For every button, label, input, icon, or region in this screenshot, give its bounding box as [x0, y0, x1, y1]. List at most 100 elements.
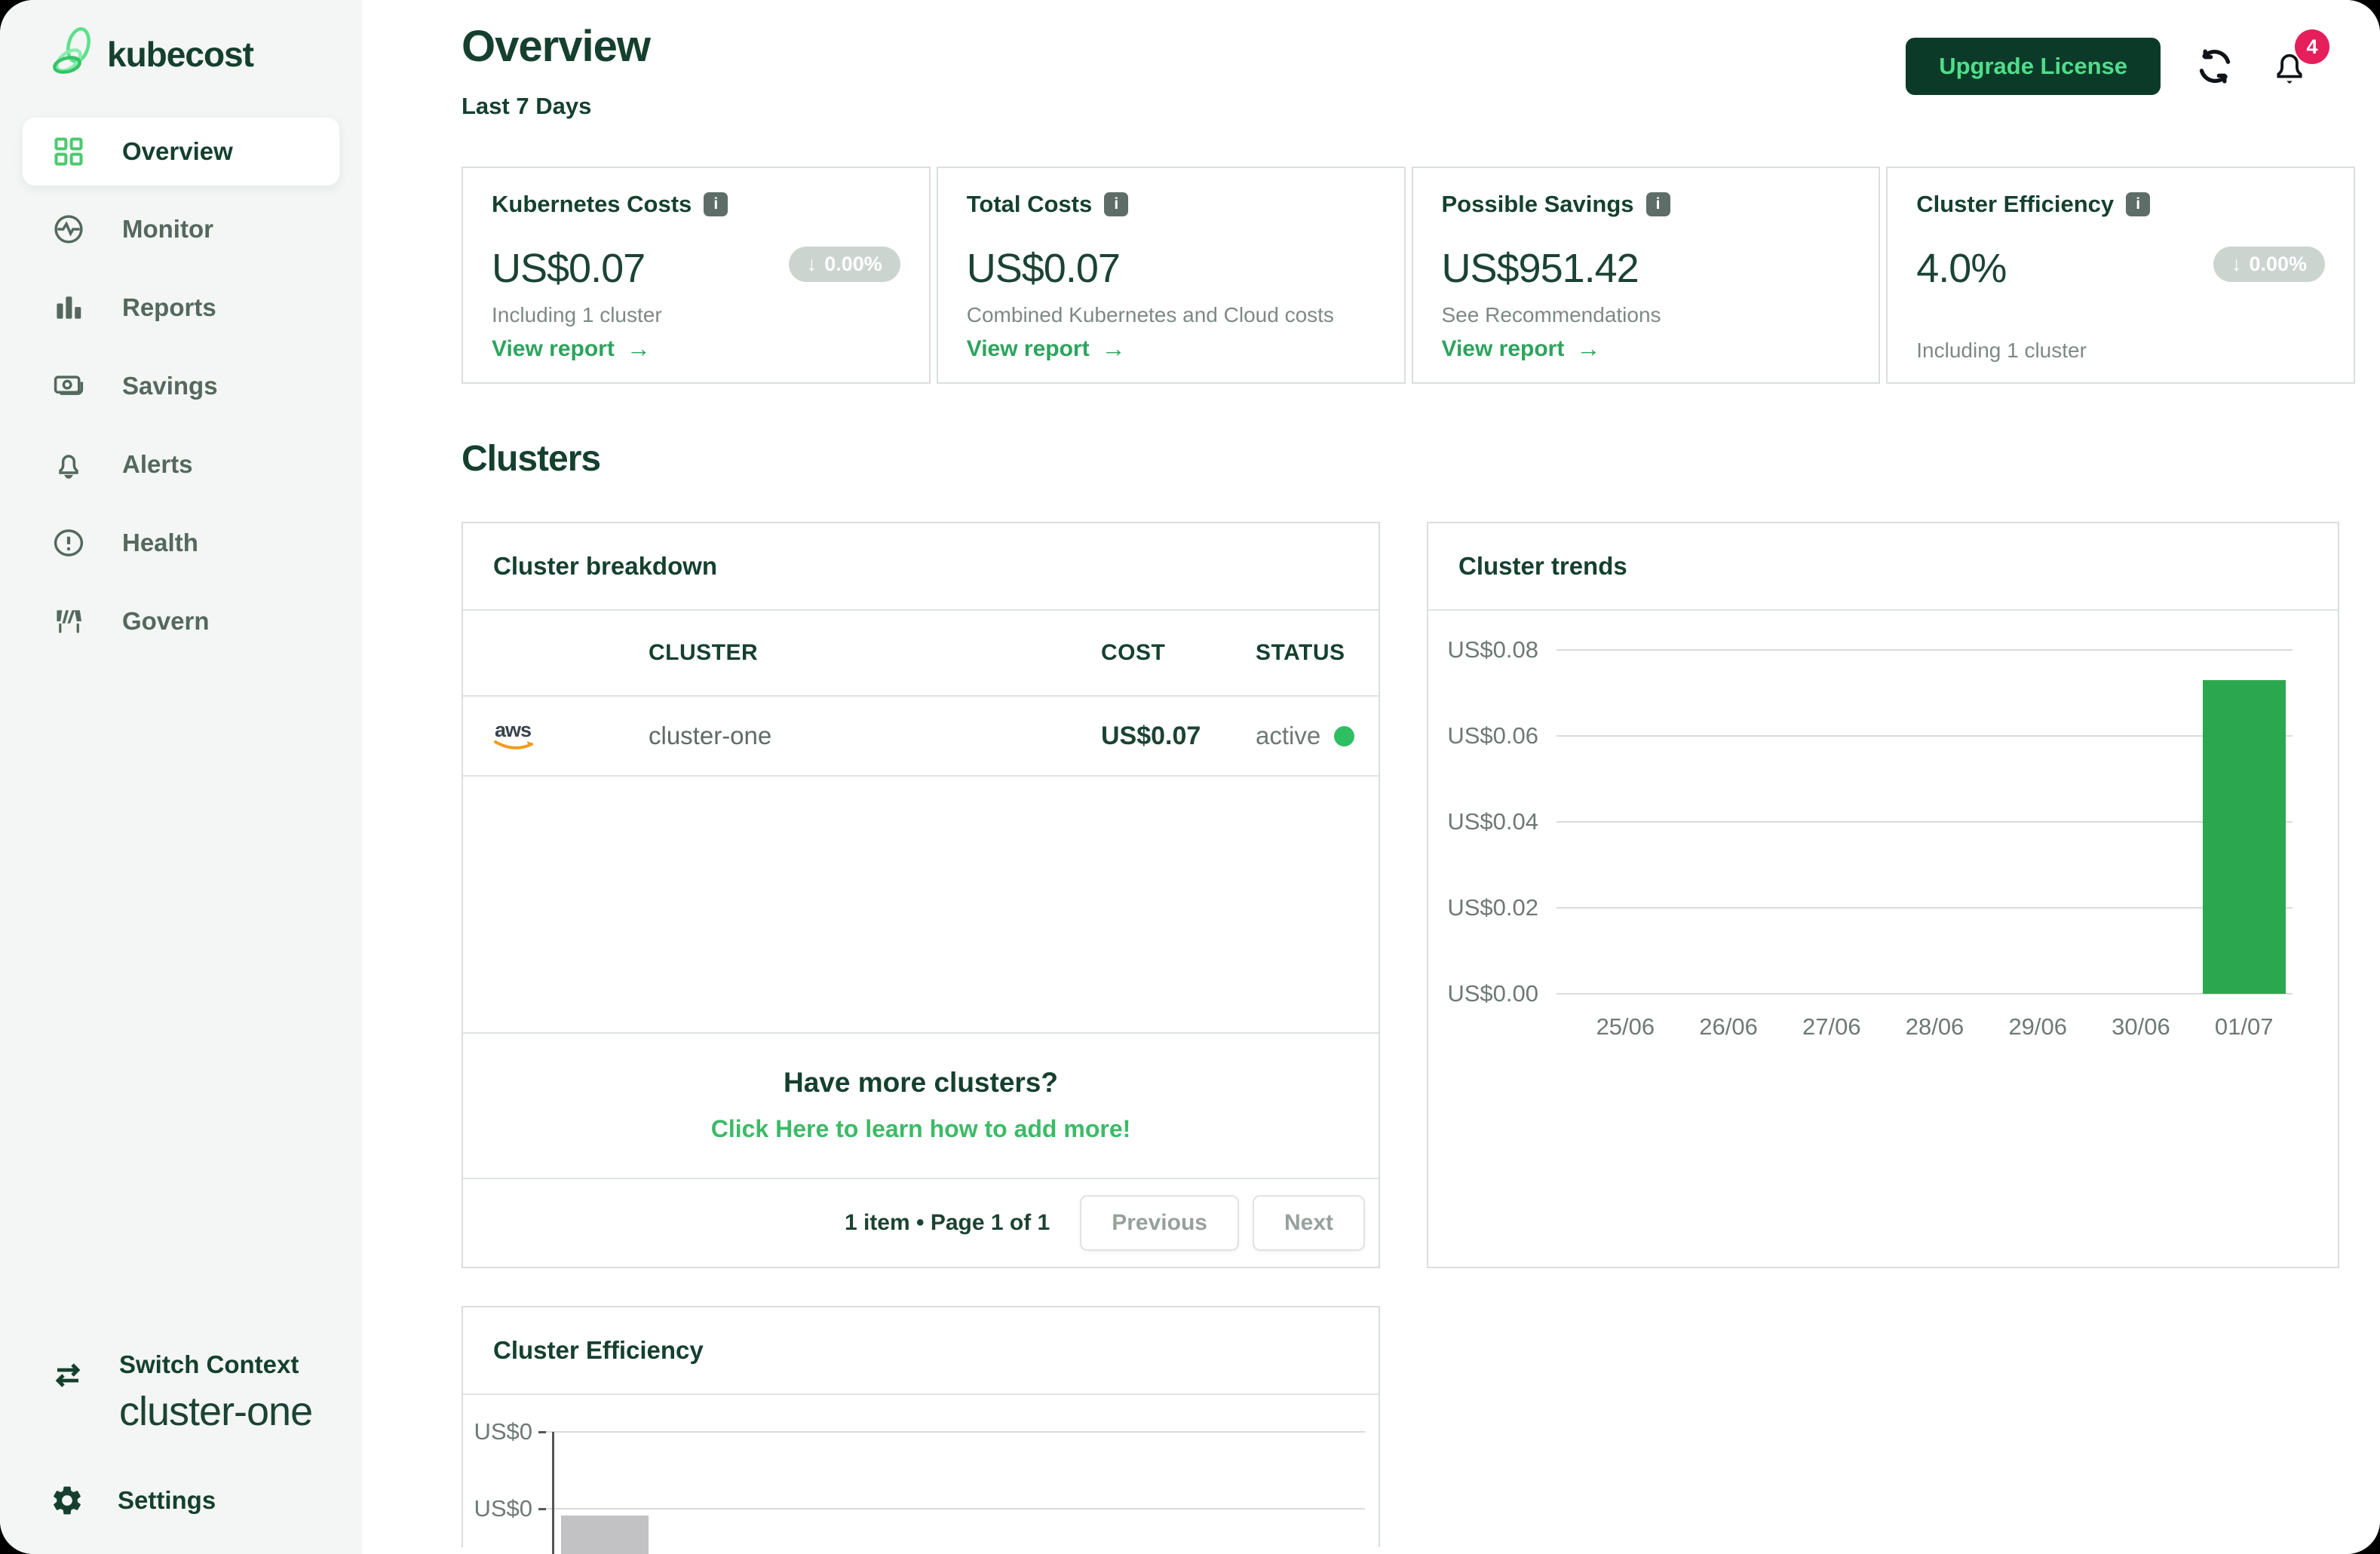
y-axis-line	[552, 1432, 554, 1554]
info-icon[interactable]: i	[1104, 192, 1128, 216]
svg-text:aws: aws	[495, 719, 531, 741]
govern-icon	[51, 604, 86, 639]
sidebar-item-label: Govern	[122, 607, 210, 636]
add-clusters-prompt: Have more clusters? Click Here to learn …	[463, 1032, 1379, 1178]
sidebar-item-monitor[interactable]: Monitor	[23, 190, 339, 268]
app-window: kubecost Overview Monitor	[0, 0, 2380, 1554]
info-icon[interactable]: i	[1646, 192, 1670, 216]
trend-badge: ↓0.00%	[2213, 247, 2325, 282]
view-report-link[interactable]: View report→	[492, 335, 900, 363]
previous-page-button[interactable]: Previous	[1080, 1195, 1239, 1251]
info-icon[interactable]: i	[704, 192, 728, 216]
panel-title: Cluster breakdown	[493, 552, 717, 580]
card-title: Cluster Efficiency	[1916, 191, 2114, 218]
info-icon[interactable]: i	[2126, 192, 2150, 216]
clusters-panels: Cluster breakdown CLUSTER COST STATUS aw…	[462, 522, 2355, 1268]
down-arrow-icon: ↓	[807, 253, 817, 276]
switch-context-button[interactable]: Switch Context cluster-one	[0, 1350, 362, 1435]
cluster-efficiency-panel: Cluster Efficiency US$0 US$0	[462, 1306, 1380, 1547]
settings-button[interactable]: Settings	[0, 1483, 362, 1518]
cluster-efficiency-chart: US$0 US$0	[463, 1395, 1379, 1554]
add-clusters-link[interactable]: Click Here to learn how to add more!	[463, 1115, 1379, 1143]
view-report-link[interactable]: View report→	[967, 335, 1376, 363]
cluster-efficiency-card: Cluster Efficiency i 4.0% ↓0.00% Includi…	[1886, 167, 2355, 384]
refresh-icon	[2194, 45, 2236, 87]
sidebar-item-alerts[interactable]: Alerts	[23, 425, 339, 504]
y-axis-tick: US$0.00	[1428, 980, 1557, 1007]
pagination-summary: 1 item • Page 1 of 1	[845, 1210, 1050, 1236]
kubecost-logo-icon	[48, 26, 97, 83]
x-axis-tick: 28/06	[1883, 1013, 1986, 1041]
x-axis-tick: 25/06	[1574, 1013, 1677, 1041]
panel-title: Cluster trends	[1458, 552, 1627, 580]
column-header-cost: COST	[1101, 640, 1256, 666]
y-axis-tick: US$0.06	[1428, 722, 1557, 749]
card-subtext: See Recommendations	[1442, 303, 1851, 327]
sidebar-item-label: Reports	[122, 293, 216, 322]
cluster-trends-chart: US$0.08 US$0.06 US$0.04 US$0.02 US$0.00	[1428, 642, 2338, 1215]
view-report-link[interactable]: View report→	[1442, 335, 1851, 363]
sidebar-item-savings[interactable]: Savings	[23, 347, 339, 425]
efficiency-bar[interactable]	[561, 1516, 649, 1554]
card-title: Possible Savings	[1442, 191, 1634, 218]
sidebar-item-overview[interactable]: Overview	[23, 118, 339, 185]
top-actions: Upgrade License 4	[1906, 38, 2355, 95]
x-axis-tick: 01/07	[2192, 1013, 2296, 1041]
health-icon	[51, 526, 86, 560]
main-content: Overview Last 7 Days Upgrade License	[362, 0, 2380, 1554]
upgrade-license-button[interactable]: Upgrade License	[1906, 38, 2161, 95]
y-axis-tick: US$0	[463, 1495, 538, 1522]
cluster-cost: US$0.07	[1101, 722, 1256, 751]
switch-context-label: Switch Context	[119, 1350, 312, 1379]
have-more-clusters-text: Have more clusters?	[463, 1067, 1379, 1099]
sidebar-menu: Overview Monitor Reports	[0, 113, 362, 661]
grid-icon	[51, 134, 86, 169]
bell-icon	[51, 447, 86, 482]
current-context: cluster-one	[119, 1388, 312, 1435]
possible-savings-card: Possible Savings i US$951.42 See Recomme…	[1412, 167, 1881, 384]
trends-plot	[1574, 650, 2296, 994]
trend-badge: ↓0.00%	[789, 247, 900, 282]
sidebar-item-label: Health	[122, 529, 198, 557]
switch-arrows-icon	[50, 1358, 86, 1394]
y-axis-tick: US$0.04	[1428, 808, 1557, 835]
sidebar-item-health[interactable]: Health	[23, 504, 339, 582]
card-subtext: Including 1 cluster	[1916, 339, 2325, 363]
card-title: Kubernetes Costs	[492, 191, 692, 218]
reports-icon	[51, 290, 86, 325]
right-arrow-icon: →	[1576, 335, 1600, 363]
card-subtext: Including 1 cluster	[492, 303, 900, 327]
refresh-button[interactable]	[2194, 45, 2236, 87]
table-row[interactable]: aws cluster-one US$0.07 active	[463, 697, 1379, 777]
sidebar-item-label: Savings	[122, 372, 218, 400]
notification-count-badge: 4	[2295, 29, 2329, 64]
card-subtext: Combined Kubernetes and Cloud costs	[967, 303, 1376, 327]
sidebar-item-label: Overview	[122, 137, 233, 166]
column-header-status: STATUS	[1256, 640, 1379, 666]
table-header: CLUSTER COST STATUS	[463, 611, 1379, 697]
logo-text: kubecost	[107, 34, 253, 75]
next-page-button[interactable]: Next	[1253, 1195, 1365, 1251]
y-axis-tick: US$0	[463, 1418, 538, 1445]
kubernetes-costs-card: Kubernetes Costs i US$0.07 ↓0.00% Includ…	[462, 167, 931, 384]
sidebar-item-govern[interactable]: Govern	[23, 582, 339, 661]
down-arrow-icon: ↓	[2231, 253, 2242, 276]
y-axis-tick: US$0.08	[1428, 636, 1557, 664]
x-axis-tick: 29/06	[1986, 1013, 2090, 1041]
sidebar-item-reports[interactable]: Reports	[23, 268, 339, 347]
cluster-breakdown-card: Cluster breakdown CLUSTER COST STATUS aw…	[462, 522, 1380, 1268]
panel-title: Cluster Efficiency	[493, 1336, 704, 1364]
topbar: Overview Last 7 Days Upgrade License	[462, 21, 2355, 120]
status-dot	[1334, 726, 1354, 746]
card-value: US$951.42	[1442, 245, 1639, 292]
y-axis-tick: US$0.02	[1428, 894, 1557, 921]
sidebar-item-label: Monitor	[122, 215, 213, 244]
bar-01-07[interactable]	[2203, 680, 2286, 994]
monitor-icon	[51, 212, 86, 247]
x-axis-labels: 25/06 26/06 27/06 28/06 29/06 30/06 01/0…	[1574, 1013, 2296, 1041]
cluster-name: cluster-one	[649, 722, 1101, 750]
x-axis-tick: 27/06	[1780, 1013, 1883, 1041]
column-header-cluster: CLUSTER	[649, 640, 1101, 666]
cluster-trends-card: Cluster trends US$0.08 US$0.06 US$0.04 U…	[1427, 522, 2339, 1268]
notifications-button[interactable]: 4	[2269, 46, 2310, 87]
